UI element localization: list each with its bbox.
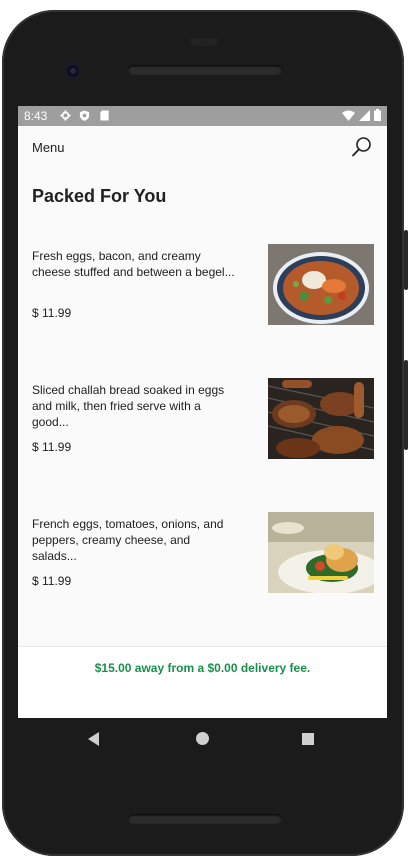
food-image-plated-salad: [268, 512, 374, 593]
menu-item-card[interactable]: French eggs, tomatoes, onions, and peppe…: [18, 512, 387, 596]
battery-icon: [374, 109, 381, 121]
item-description: Fresh eggs, bacon, and creamy cheese stu…: [32, 249, 235, 279]
menu-item-card[interactable]: Sliced challah bread soaked in eggs and …: [18, 378, 387, 462]
bottom-speaker: [128, 814, 282, 824]
app-bar: Menu: [18, 126, 387, 166]
settings-gear-icon: [60, 110, 71, 121]
item-price: $ 11.99: [32, 440, 72, 454]
shield-icon: [79, 110, 90, 121]
food-image-grilled-meats: [268, 378, 374, 459]
status-bar: 8:43: [18, 106, 387, 126]
android-nav-bar: [18, 718, 387, 764]
signal-icon: [359, 109, 370, 121]
menu-item-card[interactable]: Fresh eggs, bacon, and creamy cheese stu…: [18, 244, 387, 328]
food-image-soup-bowl: [268, 244, 374, 325]
app-screen: 8:43 Menu Packed For You Fresh eggs, bac…: [18, 106, 387, 718]
search-icon[interactable]: [351, 136, 373, 158]
wifi-icon: [342, 110, 355, 121]
volume-button: [404, 230, 408, 290]
page-title: Packed For You: [32, 186, 167, 206]
item-price: $ 11.99: [32, 574, 72, 588]
front-camera-icon: [64, 62, 82, 80]
power-button: [404, 360, 408, 450]
delivery-fee-banner: $15.00 away from a $0.00 delivery fee.: [18, 646, 387, 718]
status-time: 8:43: [24, 109, 48, 123]
phone-notch: [190, 38, 218, 46]
status-indicators: [342, 109, 381, 121]
delivery-fee-message: $15.00 away from a $0.00 delivery fee.: [94, 661, 311, 675]
menu-button[interactable]: Menu: [32, 140, 65, 155]
item-description: French eggs, tomatoes, onions, and peppe…: [32, 517, 224, 563]
earpiece-speaker: [128, 65, 282, 75]
item-price: $ 11.99: [32, 306, 72, 320]
item-description: Sliced challah bread soaked in eggs and …: [32, 383, 225, 429]
home-icon[interactable]: [196, 732, 209, 745]
recent-apps-icon[interactable]: [302, 733, 314, 745]
sd-card-icon: [100, 110, 109, 121]
back-icon[interactable]: [88, 732, 99, 746]
